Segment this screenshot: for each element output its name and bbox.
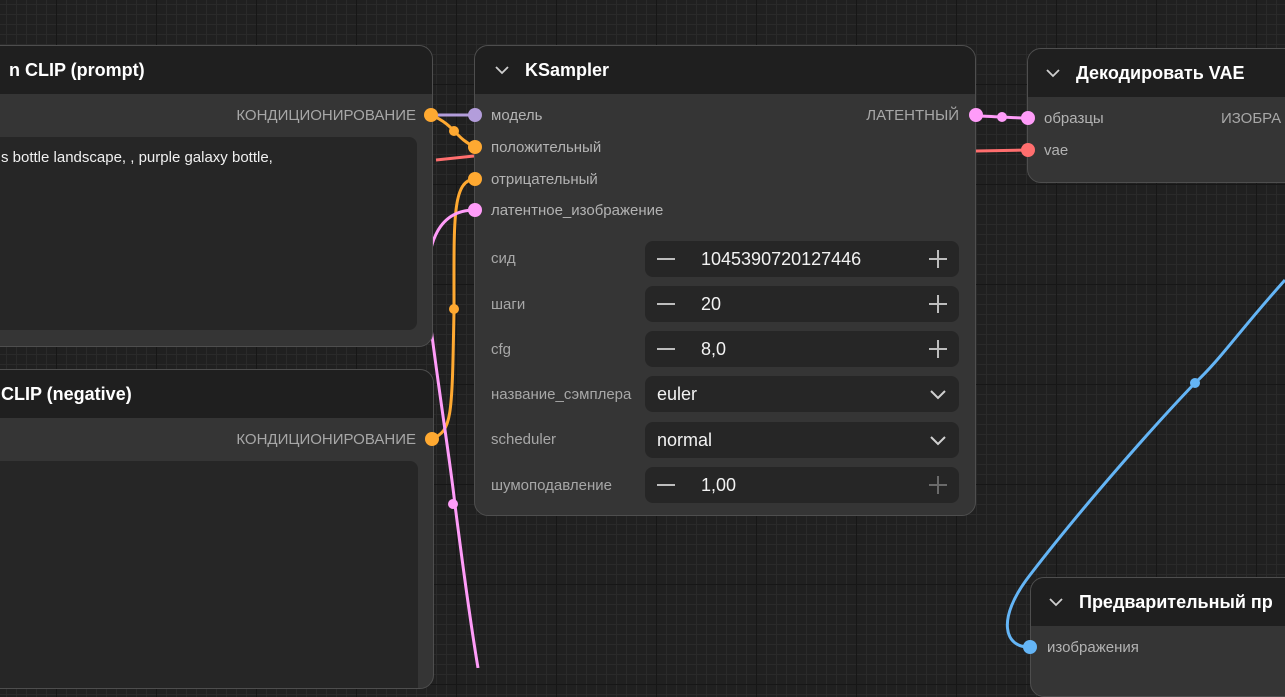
clip-text-encode-negative-node[interactable]: CLIP (negative) КОНДИЦИОНИРОВАНИЕ [0, 369, 434, 689]
input-label-vae: vae [1044, 142, 1069, 159]
chevron-down-icon[interactable] [495, 63, 509, 77]
ksampler-node[interactable]: KSampler модель положительный отрицатель… [474, 45, 976, 516]
minus-icon[interactable] [657, 348, 675, 350]
minus-icon[interactable] [657, 258, 675, 260]
sampler-name-value[interactable]: euler [657, 384, 697, 404]
input-label-positive: положительный [491, 139, 602, 156]
chevron-down-icon[interactable] [1046, 66, 1060, 80]
minus-icon[interactable] [657, 303, 675, 305]
link-latent-image[interactable] [425, 208, 480, 668]
sampler-name-select[interactable]: euler [645, 376, 959, 412]
link-midpoint-image[interactable] [1190, 378, 1200, 388]
chevron-down-icon[interactable] [929, 432, 947, 448]
output-label-conditioning: КОНДИЦИОНИРОВАНИЕ [236, 107, 416, 124]
widget-label-denoise: шумоподавление [491, 477, 612, 494]
prompt-textarea[interactable]: s bottle landscape, , purple galaxy bott… [0, 137, 417, 330]
steps-value[interactable]: 20 [701, 294, 721, 314]
node-title-bar[interactable]: CLIP (negative) [0, 370, 433, 418]
clip-text-encode-prompt-node[interactable]: n CLIP (prompt) КОНДИЦИОНИРОВАНИЕ s bott… [0, 45, 433, 347]
link-vae[interactable] [435, 154, 475, 162]
node-title: Предварительный пр [1079, 591, 1273, 612]
link-midpoint-positive[interactable] [449, 126, 459, 136]
cfg-value[interactable]: 8,0 [701, 339, 726, 359]
scheduler-value[interactable]: normal [657, 430, 712, 450]
vae-decode-node[interactable]: Декодировать VAE образцы vae ИЗОБРА [1027, 48, 1285, 183]
link-midpoint-latent[interactable] [997, 112, 1007, 122]
minus-icon[interactable] [657, 484, 675, 486]
input-label-model: модель [491, 107, 543, 124]
link-latent[interactable] [975, 114, 1029, 120]
node-title: CLIP (negative) [1, 383, 132, 404]
chevron-down-icon[interactable] [929, 386, 947, 402]
widget-label-cfg: cfg [491, 341, 512, 358]
steps-stepper[interactable]: 20 [645, 286, 959, 322]
chevron-down-icon[interactable] [1049, 595, 1063, 609]
prompt-text: s bottle landscape, , purple galaxy bott… [1, 149, 273, 166]
node-title: Декодировать VAE [1076, 62, 1245, 83]
plus-icon[interactable] [929, 295, 947, 313]
widget-label-sampler-name: название_сэмплера [491, 386, 632, 403]
node-title-bar[interactable]: Предварительный пр [1031, 578, 1285, 626]
node-title: n CLIP (prompt) [9, 59, 145, 80]
input-label-samples: образцы [1044, 110, 1104, 127]
link-negative[interactable] [431, 177, 476, 441]
node-title-bar[interactable]: n CLIP (prompt) [0, 46, 432, 94]
seed-stepper[interactable]: 1045390720127446 [645, 241, 959, 277]
denoise-stepper[interactable]: 1,00 [645, 467, 959, 503]
seed-value[interactable]: 1045390720127446 [701, 249, 861, 269]
widget-label-steps: шаги [491, 296, 526, 313]
cfg-stepper[interactable]: 8,0 [645, 331, 959, 367]
input-label-images: изображения [1047, 639, 1139, 656]
output-label-conditioning: КОНДИЦИОНИРОВАНИЕ [236, 431, 416, 448]
link-midpoint-latent-image[interactable] [448, 499, 458, 509]
node-title: KSampler [525, 59, 610, 80]
widget-label-scheduler: scheduler [491, 431, 557, 448]
plus-icon[interactable] [929, 476, 947, 494]
input-label-negative: отрицательный [491, 171, 598, 188]
link-midpoint-negative[interactable] [449, 304, 459, 314]
preview-image-node[interactable]: Предварительный пр изображения [1030, 577, 1285, 697]
output-label-image: ИЗОБРА [1221, 110, 1282, 127]
denoise-value[interactable]: 1,00 [701, 475, 736, 495]
scheduler-select[interactable]: normal [645, 422, 959, 458]
link-positive[interactable] [430, 113, 476, 149]
link-vae-decode[interactable] [975, 148, 1029, 153]
input-label-latent-image: латентное_изображение [491, 202, 664, 219]
negative-textarea[interactable] [0, 461, 418, 688]
node-title-bar[interactable]: Декодировать VAE [1028, 49, 1285, 97]
plus-icon[interactable] [929, 250, 947, 268]
plus-icon[interactable] [929, 340, 947, 358]
widget-label-seed: сид [491, 250, 516, 267]
output-label-latent: ЛАТЕНТНЫЙ [866, 107, 959, 124]
node-title-bar[interactable]: KSampler [475, 46, 975, 94]
